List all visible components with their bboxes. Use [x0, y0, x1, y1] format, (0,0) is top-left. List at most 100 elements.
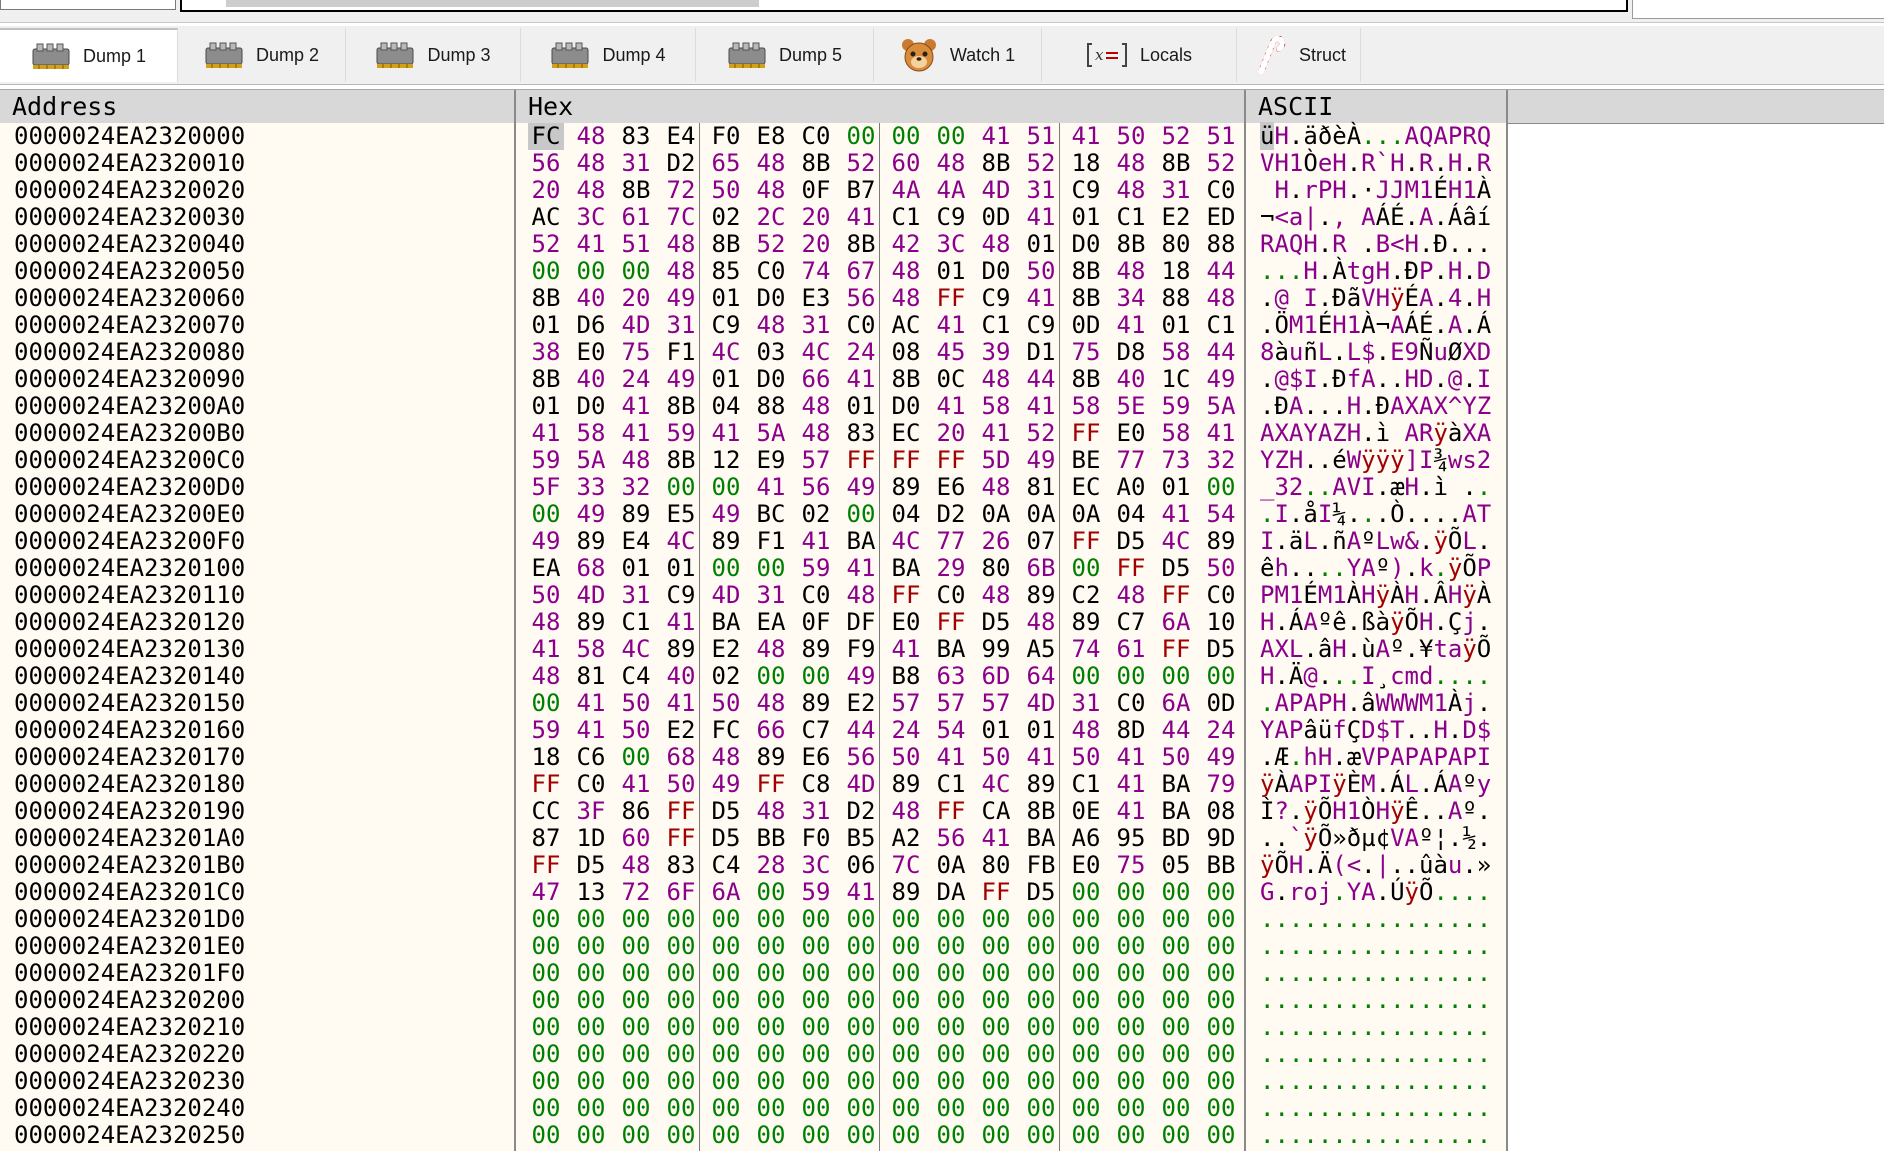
hex-byte[interactable]: 56	[528, 150, 564, 177]
hex-byte[interactable]: 00	[708, 1068, 744, 1095]
hex-byte[interactable]: F1	[753, 528, 789, 555]
hex-byte[interactable]: 00	[1113, 1041, 1149, 1068]
hex-byte[interactable]: 59	[798, 555, 834, 582]
hex-byte[interactable]: BC	[753, 501, 789, 528]
hex-byte[interactable]: FC	[528, 123, 564, 150]
hex-byte[interactable]: 00	[888, 123, 924, 150]
hex-byte[interactable]: 00	[1203, 1014, 1239, 1041]
hex-byte[interactable]: 00	[1113, 987, 1149, 1014]
hex-byte[interactable]: 48	[573, 177, 609, 204]
hex-byte[interactable]: 31	[618, 150, 654, 177]
hex-byte[interactable]: 00	[843, 1041, 879, 1068]
hex-byte[interactable]: 2C	[753, 204, 789, 231]
hex-byte[interactable]: 00	[1113, 933, 1149, 960]
hex-byte[interactable]: 20	[798, 204, 834, 231]
hex-byte[interactable]: 00	[1203, 933, 1239, 960]
tab-watch-1[interactable]: Watch 1	[874, 28, 1042, 82]
hex-byte[interactable]: 52	[1023, 420, 1059, 447]
hex-byte[interactable]: 00	[978, 1014, 1014, 1041]
hex-byte[interactable]: 56	[933, 825, 969, 852]
tab-struct[interactable]: Struct	[1237, 28, 1361, 82]
hex-byte[interactable]: 00	[1203, 960, 1239, 987]
hex-byte[interactable]: 24	[888, 717, 924, 744]
hex-byte[interactable]: 00	[573, 1068, 609, 1095]
hex-byte[interactable]: 6D	[978, 663, 1014, 690]
hex-byte[interactable]: 00	[1113, 1014, 1149, 1041]
hex-byte[interactable]: 60	[888, 150, 924, 177]
hex-byte[interactable]: 07	[1023, 528, 1059, 555]
hex-byte[interactable]: 01	[843, 393, 879, 420]
hex-byte[interactable]: 50	[1068, 744, 1104, 771]
row-address[interactable]: 0000024EA2320070	[14, 312, 245, 339]
hex-byte[interactable]: 54	[933, 717, 969, 744]
hex-byte[interactable]: 00	[708, 987, 744, 1014]
hex-byte[interactable]: 00	[528, 1014, 564, 1041]
hex-byte[interactable]: 31	[798, 798, 834, 825]
dump-row[interactable]: 0000024EA23200B0 41 58 41 59 41 5A 48 83 …	[0, 420, 1508, 447]
hex-byte[interactable]: 49	[1203, 366, 1239, 393]
dump-row[interactable]: 0000024EA23201C0 47 13 72 6F 6A 00 59 41 …	[0, 879, 1508, 906]
row-ascii[interactable]: ................	[1260, 1095, 1491, 1122]
hex-byte[interactable]: 00	[573, 933, 609, 960]
row-address[interactable]: 0000024EA2320040	[14, 231, 245, 258]
hex-byte[interactable]: 00	[933, 1014, 969, 1041]
hex-byte[interactable]: BB	[1203, 852, 1239, 879]
dump-row[interactable]: 0000024EA2320240 00 00 00 00 00 00 00 00 …	[0, 1095, 1508, 1122]
row-ascii[interactable]: .Æ.hH.æVPAPAPAPI	[1260, 744, 1491, 771]
row-address[interactable]: 0000024EA2320130	[14, 636, 245, 663]
hex-byte[interactable]: FF	[663, 825, 699, 852]
hex-byte[interactable]: 00	[1158, 1095, 1194, 1122]
hex-byte[interactable]: 00	[753, 1014, 789, 1041]
hex-byte[interactable]: 00	[708, 474, 744, 501]
hex-byte[interactable]: 00	[1158, 1068, 1194, 1095]
hex-byte[interactable]: 00	[1113, 1122, 1149, 1149]
hex-byte[interactable]: 00	[528, 501, 564, 528]
row-address[interactable]: 0000024EA2320090	[14, 366, 245, 393]
hex-byte[interactable]: 00	[528, 1041, 564, 1068]
hex-byte[interactable]: 50	[978, 744, 1014, 771]
hex-byte[interactable]: 75	[1068, 339, 1104, 366]
hex-byte[interactable]: C1	[933, 771, 969, 798]
hex-byte[interactable]: 00	[753, 1095, 789, 1122]
hex-byte[interactable]: 58	[1158, 420, 1194, 447]
hex-byte[interactable]: 4C	[618, 636, 654, 663]
hex-byte[interactable]: 02	[708, 204, 744, 231]
hex-byte[interactable]: 41	[1113, 312, 1149, 339]
hex-byte[interactable]: BA	[1023, 825, 1059, 852]
hex-byte[interactable]: FF	[528, 771, 564, 798]
row-address[interactable]: 0000024EA2320200	[14, 987, 245, 1014]
hex-byte[interactable]: 00	[888, 960, 924, 987]
hex-byte[interactable]: 04	[708, 393, 744, 420]
hex-byte[interactable]: 58	[1068, 393, 1104, 420]
row-address[interactable]: 0000024EA2320140	[14, 663, 245, 690]
hex-byte[interactable]: 48	[978, 474, 1014, 501]
hex-byte[interactable]: 5A	[753, 420, 789, 447]
column-header-hex[interactable]: Hex	[516, 90, 1246, 123]
hex-byte[interactable]: 48	[933, 150, 969, 177]
hex-byte[interactable]: 00	[843, 1068, 879, 1095]
hex-byte[interactable]: 00	[663, 987, 699, 1014]
hex-byte[interactable]: 24	[1203, 717, 1239, 744]
hex-byte[interactable]: 85	[708, 258, 744, 285]
hex-byte[interactable]: 00	[1203, 474, 1239, 501]
hex-byte[interactable]: 52	[528, 231, 564, 258]
hex-byte[interactable]: 00	[1203, 663, 1239, 690]
dump-row[interactable]: 0000024EA23201B0 FF D5 48 83 C4 28 3C 06 …	[0, 852, 1508, 879]
hex-byte[interactable]: 05	[1158, 852, 1194, 879]
hex-byte[interactable]: 68	[573, 555, 609, 582]
tab-dump-1[interactable]: Dump 1	[0, 28, 178, 82]
hex-byte[interactable]: 00	[843, 960, 879, 987]
hex-byte[interactable]: 32	[618, 474, 654, 501]
hex-byte[interactable]: 48	[573, 123, 609, 150]
hex-byte[interactable]: 4C	[978, 771, 1014, 798]
hex-byte[interactable]: C1	[978, 312, 1014, 339]
hex-byte[interactable]: 00	[843, 906, 879, 933]
row-address[interactable]: 0000024EA2320080	[14, 339, 245, 366]
hex-byte[interactable]: 00	[708, 1041, 744, 1068]
hex-byte[interactable]: 00	[888, 1041, 924, 1068]
hex-byte[interactable]: 39	[978, 339, 1014, 366]
hex-byte[interactable]: 8B	[618, 177, 654, 204]
hex-byte[interactable]: 00	[528, 1068, 564, 1095]
column-header-ascii[interactable]: ASCII	[1246, 90, 1508, 123]
hex-byte[interactable]: 52	[753, 231, 789, 258]
